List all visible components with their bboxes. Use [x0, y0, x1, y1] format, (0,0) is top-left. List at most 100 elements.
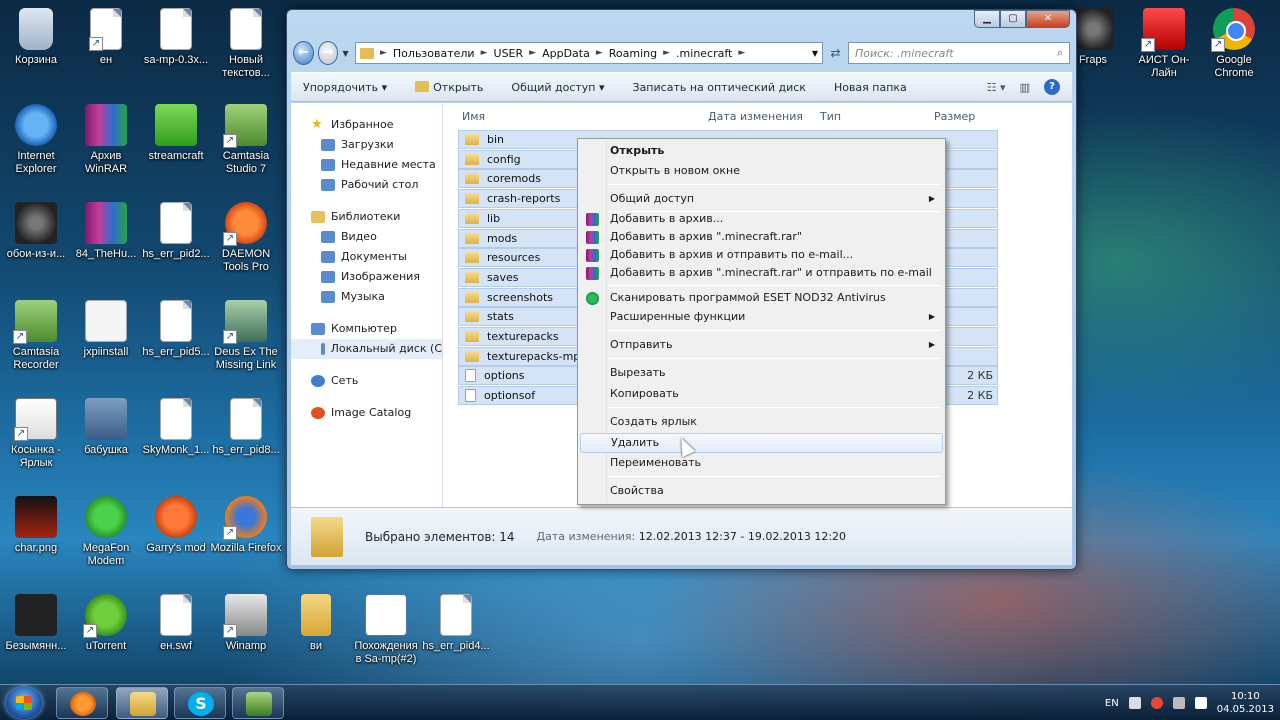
- nav-desktop[interactable]: Рабочий стол: [291, 175, 442, 195]
- menu-open-new-window[interactable]: Открыть в новом окне: [580, 161, 943, 181]
- breadcrumb-separator[interactable]: ►: [481, 48, 488, 58]
- breadcrumb-user[interactable]: USER: [494, 47, 524, 60]
- clock[interactable]: 10:10 04.05.2013: [1217, 690, 1274, 716]
- java-install-icon[interactable]: jxpiinstall: [70, 300, 142, 359]
- menu-add-archive-email[interactable]: Добавить в архив и отправить по e-mail..…: [580, 245, 943, 265]
- column-type[interactable]: Тип: [820, 110, 841, 123]
- minimize-button[interactable]: ▁: [974, 10, 1000, 28]
- nav-recent[interactable]: Недавние места: [291, 155, 442, 175]
- column-date[interactable]: Дата изменения: [708, 110, 803, 123]
- google-chrome-icon[interactable]: Google Chrome: [1198, 8, 1270, 80]
- start-button[interactable]: [6, 687, 42, 719]
- open-button[interactable]: Открыть: [415, 80, 483, 94]
- wallpaper-file-icon[interactable]: обои-из-и...: [0, 202, 72, 261]
- hs-err-pid4-file[interactable]: hs_err_pid4...: [420, 594, 492, 653]
- nav-local-disk[interactable]: Локальный диск (C: [291, 339, 442, 359]
- tray-network-icon[interactable]: [1172, 697, 1185, 709]
- menu-copy[interactable]: Копировать: [580, 384, 943, 404]
- aist-online-icon[interactable]: АИСТ Он-Лайн: [1128, 8, 1200, 80]
- breadcrumb-separator[interactable]: ►: [596, 48, 603, 58]
- language-indicator[interactable]: EN: [1105, 698, 1119, 709]
- hs-err-pid5-file[interactable]: hs_err_pid5...: [140, 300, 212, 359]
- tray-arrow-icon[interactable]: [1128, 697, 1141, 709]
- menu-open[interactable]: Открыть: [580, 141, 943, 161]
- search-input[interactable]: Поиск: .minecraft ⌕: [848, 42, 1071, 64]
- menu-cut[interactable]: Вырезать: [580, 363, 943, 383]
- nav-music[interactable]: Музыка: [291, 287, 442, 307]
- en-swf-file-icon[interactable]: ен.swf: [140, 594, 212, 653]
- view-options-icon[interactable]: ☷ ▾: [987, 81, 1006, 94]
- menu-properties[interactable]: Свойства: [580, 481, 943, 501]
- nav-images[interactable]: Изображения: [291, 267, 442, 287]
- burn-button[interactable]: Записать на оптический диск: [633, 81, 806, 94]
- forward-button[interactable]: →: [317, 41, 339, 65]
- taskbar-skype[interactable]: S: [174, 687, 226, 719]
- taskbar-explorer[interactable]: [116, 687, 168, 719]
- close-button[interactable]: ✕: [1026, 10, 1070, 28]
- taskbar-camtasia[interactable]: [232, 687, 284, 719]
- address-dropdown-icon[interactable]: ▼: [808, 49, 822, 58]
- nav-image-catalog[interactable]: Image Catalog: [291, 403, 442, 423]
- breadcrumb-separator[interactable]: ►: [663, 48, 670, 58]
- camtasia-studio-icon[interactable]: Camtasia Studio 7: [210, 104, 282, 176]
- hs-err-pid8-file[interactable]: hs_err_pid8...: [210, 398, 282, 457]
- column-name[interactable]: Имя: [462, 110, 485, 123]
- desktop-file-new-text[interactable]: Новый текстов...: [210, 8, 282, 80]
- word-doc-icon[interactable]: Похождения в Sa-mp(#2): [350, 594, 422, 666]
- maximize-button[interactable]: ▢: [1000, 10, 1026, 28]
- menu-advanced[interactable]: Расширенные функции ▶: [580, 307, 943, 327]
- megafon-modem-icon[interactable]: MegaFon Modem: [70, 496, 142, 568]
- back-button[interactable]: ←: [293, 41, 314, 65]
- nav-network[interactable]: Сеть: [291, 371, 442, 391]
- search-icon[interactable]: ⌕: [1057, 46, 1063, 60]
- refresh-icon[interactable]: ⇄: [827, 42, 844, 64]
- deus-ex-icon[interactable]: Deus Ex The Missing Link: [210, 300, 282, 372]
- column-size[interactable]: Размер: [934, 110, 975, 123]
- streamcraft-icon[interactable]: streamcraft: [140, 104, 212, 163]
- firefox-icon[interactable]: Mozilla Firefox: [210, 496, 282, 555]
- skymonk-file-icon[interactable]: SkyMonk_1...: [140, 398, 212, 457]
- hs-err-pid2-file[interactable]: hs_err_pid2...: [140, 202, 212, 261]
- menu-send-to[interactable]: Отправить ▶: [580, 335, 943, 355]
- tray-antivirus-icon[interactable]: [1150, 697, 1163, 709]
- solitaire-shortcut-icon[interactable]: Косынка - Ярлык: [0, 398, 72, 470]
- tray-volume-icon[interactable]: [1194, 697, 1207, 709]
- share-button[interactable]: Общий доступ ▾: [511, 81, 604, 94]
- garrys-mod-icon[interactable]: Garry's mod: [140, 496, 212, 555]
- desktop-file-samp[interactable]: sa-mp-0.3x...: [140, 8, 212, 67]
- internet-explorer-icon[interactable]: Internet Explorer: [0, 104, 72, 176]
- menu-add-rar-email[interactable]: Добавить в архив ".minecraft.rar" и отпр…: [580, 263, 943, 283]
- daemon-tools-icon[interactable]: DAEMON Tools Pro: [210, 202, 282, 274]
- nav-downloads[interactable]: Загрузки: [291, 135, 442, 155]
- photo-babushka-icon[interactable]: бабушка: [70, 398, 142, 457]
- nav-computer[interactable]: Компьютер: [291, 319, 442, 339]
- menu-scan-eset[interactable]: Сканировать программой ESET NOD32 Antivi…: [580, 288, 943, 308]
- menu-add-minecraft-rar[interactable]: Добавить в архив ".minecraft.rar": [580, 227, 943, 247]
- breadcrumb-minecraft[interactable]: .minecraft: [676, 47, 732, 60]
- nav-libraries[interactable]: Библиотеки: [291, 207, 442, 227]
- recycle-bin-icon[interactable]: Корзина: [0, 8, 72, 67]
- address-bar[interactable]: ► Пользователи ► USER ► AppData ► Roamin…: [354, 42, 823, 64]
- archive-84-icon[interactable]: 84_TheHu...: [70, 202, 142, 261]
- recent-pages-dropdown[interactable]: ▼: [342, 49, 351, 58]
- breadcrumb-users[interactable]: Пользователи: [393, 47, 475, 60]
- help-icon[interactable]: ?: [1044, 79, 1060, 95]
- breadcrumb-appdata[interactable]: AppData: [542, 47, 590, 60]
- desktop-shortcut-en[interactable]: ен: [70, 8, 142, 67]
- taskbar-media-player[interactable]: [56, 687, 108, 719]
- unnamed-file-icon[interactable]: Безымянн...: [0, 594, 72, 653]
- menu-share[interactable]: Общий доступ ▶: [580, 189, 943, 209]
- nav-favorites[interactable]: ★ Избранное: [291, 115, 442, 135]
- camtasia-recorder-icon[interactable]: Camtasia Recorder: [0, 300, 72, 372]
- winrar-icon[interactable]: Архив WinRAR: [70, 104, 142, 176]
- utorrent-icon[interactable]: uTorrent: [70, 594, 142, 653]
- menu-delete[interactable]: Удалить: [580, 433, 943, 453]
- char-png-icon[interactable]: char.png: [0, 496, 72, 555]
- organize-button[interactable]: Упорядочить ▾: [303, 81, 387, 94]
- breadcrumb-separator[interactable]: ►: [738, 48, 745, 58]
- menu-create-shortcut[interactable]: Создать ярлык: [580, 412, 943, 432]
- new-folder-button[interactable]: Новая папка: [834, 81, 907, 94]
- breadcrumb-separator[interactable]: ►: [529, 48, 536, 58]
- winamp-icon[interactable]: Winamp: [210, 594, 282, 653]
- nav-video[interactable]: Видео: [291, 227, 442, 247]
